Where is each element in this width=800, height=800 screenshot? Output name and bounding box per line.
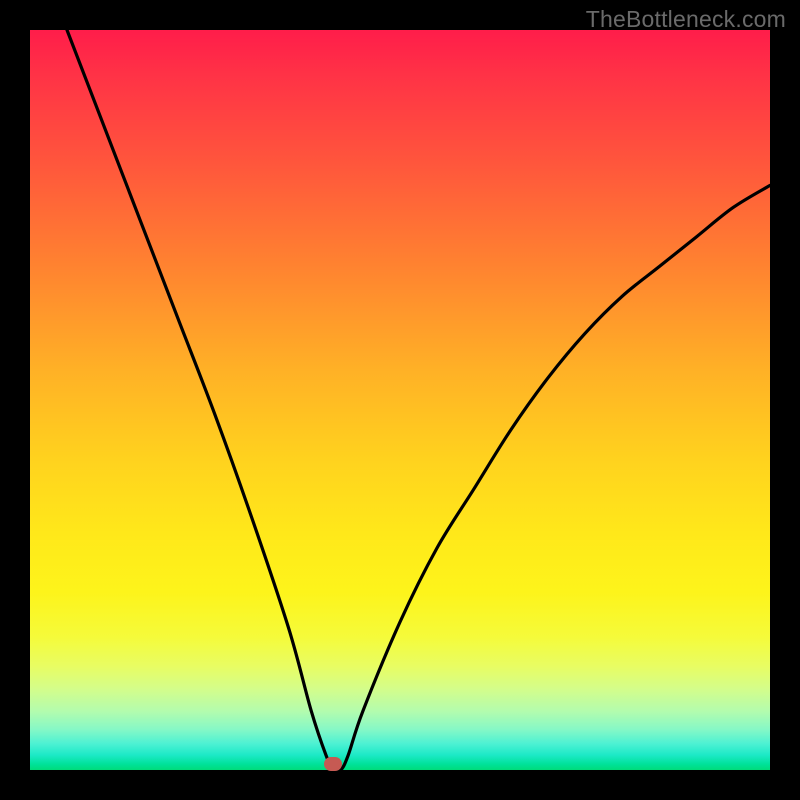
watermark-text: TheBottleneck.com [586,6,786,33]
chart-frame: TheBottleneck.com [0,0,800,800]
bottleneck-curve [30,30,770,770]
plot-area [30,30,770,770]
optimal-point-marker [324,757,342,771]
